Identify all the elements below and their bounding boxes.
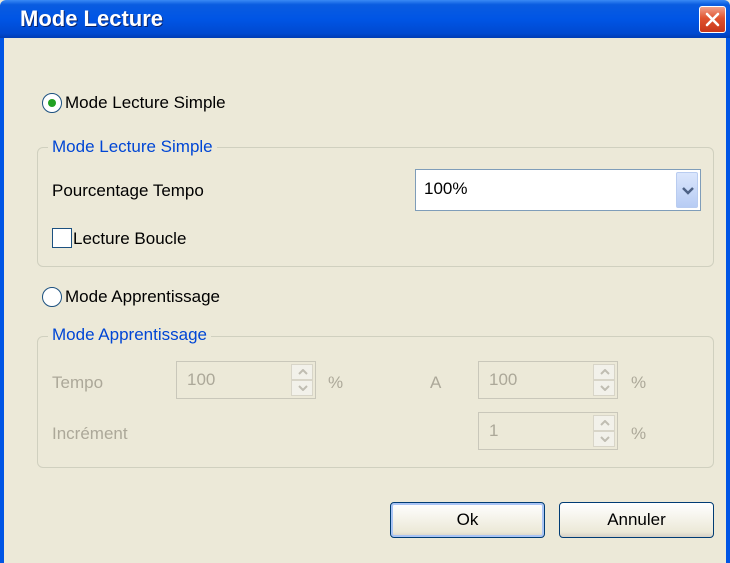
chevron-up-icon — [600, 369, 610, 375]
chevron-up-icon — [298, 369, 308, 375]
a-label: A — [430, 373, 442, 392]
group-simple-title: Mode Lecture Simple — [48, 137, 217, 157]
title-bar[interactable]: Mode Lecture — [0, 0, 730, 38]
percent-label-3: % — [631, 424, 647, 443]
chevron-down-icon — [600, 385, 610, 391]
spin-up-button[interactable] — [291, 364, 313, 380]
chevron-down-icon — [600, 436, 610, 442]
window-title: Mode Lecture — [20, 6, 164, 31]
tempo-percentage-value: 100% — [424, 179, 468, 198]
radio-mode-learning[interactable]: Mode Apprentissage — [42, 287, 220, 307]
tempo-percentage-label: Pourcentage Tempo — [52, 181, 204, 200]
chevron-down-icon — [298, 385, 308, 391]
tempo-from-value: 100 — [187, 370, 216, 389]
tempo-label: Tempo — [52, 373, 104, 392]
tempo-from-spinner[interactable]: 100 — [176, 361, 316, 399]
radio-simple-indicator[interactable] — [42, 93, 62, 113]
percent-label-2: % — [631, 373, 647, 392]
tempo-to-spinner[interactable]: 100 — [478, 361, 618, 399]
loop-checkbox[interactable] — [52, 228, 72, 248]
group-learning-title: Mode Apprentissage — [48, 325, 211, 345]
spin-down-button[interactable] — [593, 380, 615, 396]
increment-label: Incrément — [52, 424, 128, 443]
ok-button[interactable]: Ok — [390, 502, 545, 538]
radio-learning-label: Mode Apprentissage — [65, 287, 220, 306]
window-border-left — [0, 38, 4, 563]
chevron-up-icon — [600, 420, 610, 426]
close-icon — [705, 12, 720, 27]
radio-learning-indicator[interactable] — [42, 287, 62, 307]
cancel-button[interactable]: Annuler — [559, 502, 714, 538]
radio-simple-label: Mode Lecture Simple — [65, 93, 226, 112]
tempo-percentage-select[interactable]: 100% — [415, 169, 701, 211]
window-border-right — [726, 38, 730, 563]
spin-down-button[interactable] — [291, 380, 313, 396]
chevron-down-icon — [682, 187, 694, 195]
increment-value: 1 — [489, 421, 499, 440]
tempo-to-value: 100 — [489, 370, 518, 389]
radio-mode-simple[interactable]: Mode Lecture Simple — [42, 93, 226, 113]
close-button[interactable] — [699, 6, 726, 33]
spin-up-button[interactable] — [593, 364, 615, 380]
percent-label-1: % — [328, 373, 344, 392]
dropdown-button[interactable] — [676, 172, 698, 208]
spin-down-button[interactable] — [593, 431, 615, 447]
spin-up-button[interactable] — [593, 415, 615, 431]
increment-spinner[interactable]: 1 — [478, 412, 618, 450]
loop-label: Lecture Boucle — [73, 229, 187, 248]
